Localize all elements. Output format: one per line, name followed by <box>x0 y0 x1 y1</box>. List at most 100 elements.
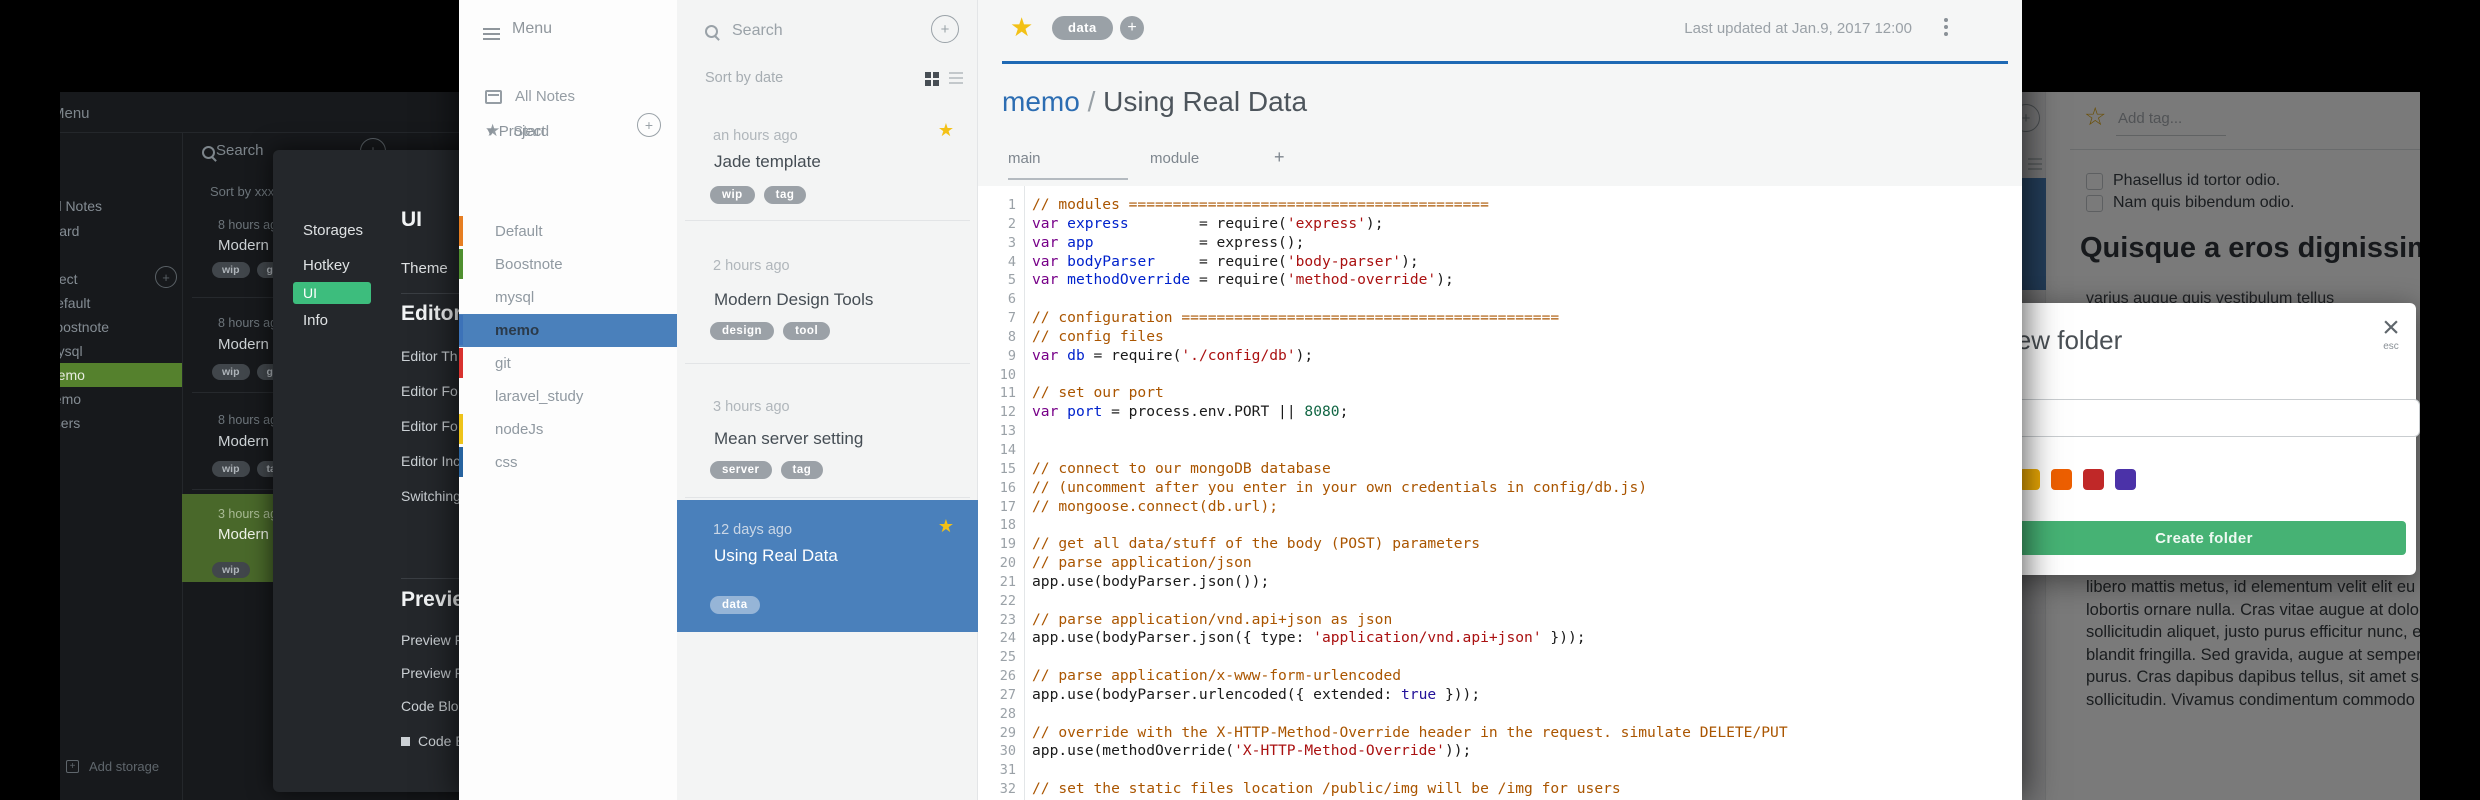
sidebar-item-all-notes[interactable]: All Notes <box>485 88 575 105</box>
tab-module[interactable]: module <box>1150 150 1199 178</box>
note-card[interactable]: 12 days ago ★ Using Real Data data <box>677 500 978 632</box>
sidebar-folder-nodeJs[interactable]: nodeJs <box>459 413 677 446</box>
theme-label[interactable]: Theme <box>401 260 448 277</box>
note-card[interactable]: an hours ago ★ Jade template wip tag <box>677 104 978 220</box>
folder-name-input[interactable] <box>2002 399 2420 437</box>
tag-pill[interactable]: data <box>710 596 760 614</box>
sidebar-folder-Boostnote[interactable]: Boostnote <box>459 248 677 281</box>
line-number: 27 <box>999 686 1016 703</box>
menu-label[interactable]: Menu <box>60 105 90 122</box>
sidebar-folder-mysql[interactable]: mysql <box>60 339 182 363</box>
color-swatch[interactable] <box>2019 469 2040 490</box>
sidebar-folder-Default[interactable]: Default <box>60 291 182 315</box>
line-number: 14 <box>999 441 1016 458</box>
code-line: 28 <box>978 705 2022 724</box>
add-tag-button[interactable]: + <box>1120 16 1144 40</box>
tag-pill[interactable]: tag <box>763 186 807 204</box>
settings-nav-UI[interactable]: UI <box>293 282 371 304</box>
more-options-icon[interactable] <box>1944 18 1948 22</box>
settings-item[interactable]: Editor Th <box>401 348 458 364</box>
settings-nav-Storages[interactable]: Storages <box>303 222 363 239</box>
line-number: 7 <box>1007 310 1016 327</box>
sidebar-folder-mysql[interactable]: mysql <box>459 281 677 314</box>
color-swatch[interactable] <box>2051 469 2072 490</box>
code-line: 30 app.use(methodOverride('X-HTTP-Method-… <box>978 742 2022 761</box>
settings-nav-Hotkey[interactable]: Hotkey <box>303 257 350 274</box>
sidebar-folder-demo[interactable]: demo <box>60 387 182 411</box>
list-view-icon[interactable] <box>949 72 963 74</box>
line-number: 12 <box>999 404 1016 421</box>
note-tags: wip <box>212 562 250 578</box>
settings-item[interactable]: Editor Fo <box>401 383 458 399</box>
settings-item[interactable]: Editor Inc <box>401 453 460 469</box>
search-field[interactable]: Search <box>705 22 783 40</box>
note-card[interactable]: 2 hours ago Modern Design Tools design tool <box>677 234 978 363</box>
code-line: 3 var app = express(); <box>978 234 2022 253</box>
sidebar-folder-memo[interactable]: memo <box>60 363 182 387</box>
sidebar-folder-Boostnote[interactable]: Boostnote <box>60 315 182 339</box>
breadcrumb-folder[interactable]: memo <box>1002 86 1080 117</box>
settings-item[interactable]: Switching <box>401 488 461 504</box>
color-swatch[interactable] <box>2115 469 2136 490</box>
new-note-button[interactable]: + <box>931 15 959 43</box>
create-folder-button[interactable]: Create folder <box>2002 521 2406 555</box>
settings-item[interactable]: Preview F <box>401 665 463 681</box>
tag-pill[interactable]: wip <box>212 364 250 380</box>
tag-pill[interactable]: wip <box>212 461 250 477</box>
line-number: 16 <box>999 479 1016 496</box>
menu-button[interactable]: Menu <box>483 20 552 38</box>
add-folder-icon[interactable]: + <box>637 113 661 137</box>
grid-view-icon[interactable] <box>925 72 931 78</box>
code-text: var methodOverride = require('method-ove… <box>1032 271 1454 289</box>
add-storage-button[interactable]: + Add storage <box>66 759 159 774</box>
settings-item[interactable]: Editor Fo <box>401 418 458 434</box>
sidebar-item-all-notes[interactable]: All Notes <box>60 198 102 214</box>
search-input[interactable]: Search <box>216 142 264 159</box>
tag-pill[interactable]: wip <box>212 562 250 578</box>
settings-nav-Info[interactable]: Info <box>303 312 328 329</box>
settings-item[interactable]: Code Blo <box>401 698 459 714</box>
tag-pill[interactable]: design <box>710 322 775 340</box>
add-folder-icon[interactable]: + <box>155 266 177 288</box>
sidebar-folder-laravel_study[interactable]: laravel_study <box>459 380 677 413</box>
code-text: var port = process.env.PORT || 8080; <box>1032 403 1349 421</box>
project-header[interactable]: ▾ Project <box>487 122 545 140</box>
folder-label: mysql <box>60 343 83 359</box>
code-line: 14 <box>978 441 2022 460</box>
note-card[interactable]: 3 hours ago Mean server setting server tag <box>677 375 978 500</box>
code-editor[interactable]: 1 // modules ============================… <box>978 186 2022 800</box>
star-icon[interactable]: ★ <box>1010 12 1033 43</box>
tag-pill[interactable]: tool <box>783 322 831 340</box>
tag-pill[interactable]: server <box>710 461 772 479</box>
sidebar-folder-memo[interactable]: memo <box>459 314 677 347</box>
add-tab-button[interactable]: + <box>1274 147 1285 175</box>
tag-pill[interactable]: wip <box>710 186 755 204</box>
close-button[interactable]: × esc <box>2374 313 2408 353</box>
tab-main[interactable]: main <box>1008 150 1128 180</box>
main-note-list: Search + Sort by date an hours ago ★ Jade … <box>677 0 978 800</box>
star-icon[interactable]: ★ <box>938 516 954 537</box>
settings-item[interactable]: Preview F <box>401 632 463 648</box>
code-block-checkbox-row[interactable]: Code B <box>401 733 465 749</box>
note-tag-pill[interactable]: data <box>1052 16 1113 40</box>
tag-pill[interactable]: wip <box>212 262 250 278</box>
star-icon[interactable]: ★ <box>938 120 954 141</box>
code-text: // config files <box>1032 327 1164 345</box>
sidebar-item-starred[interactable]: Stard <box>60 223 79 239</box>
line-number: 15 <box>999 460 1016 477</box>
tag-pill[interactable]: tag <box>780 461 824 479</box>
code-text: // parse application/vnd.api+json as jso… <box>1032 610 1393 628</box>
color-swatch[interactable] <box>2083 469 2104 490</box>
checkbox-label: Code B <box>418 733 465 749</box>
line-number: 3 <box>1007 234 1016 251</box>
code-line: 16 // (uncomment after you enter in your … <box>978 479 2022 498</box>
sidebar-folder-git[interactable]: git <box>459 347 677 380</box>
sidebar-folder-Default[interactable]: Default <box>459 215 677 248</box>
project-header[interactable]: Project <box>60 271 78 287</box>
line-number: 19 <box>999 536 1016 553</box>
sidebar-folder-users[interactable]: users <box>60 411 182 435</box>
project-label: Project <box>498 123 546 140</box>
sort-selector[interactable]: Sort by xxx <box>210 184 274 199</box>
sidebar-folder-css[interactable]: css <box>459 446 677 479</box>
sort-selector[interactable]: Sort by date <box>705 70 783 86</box>
